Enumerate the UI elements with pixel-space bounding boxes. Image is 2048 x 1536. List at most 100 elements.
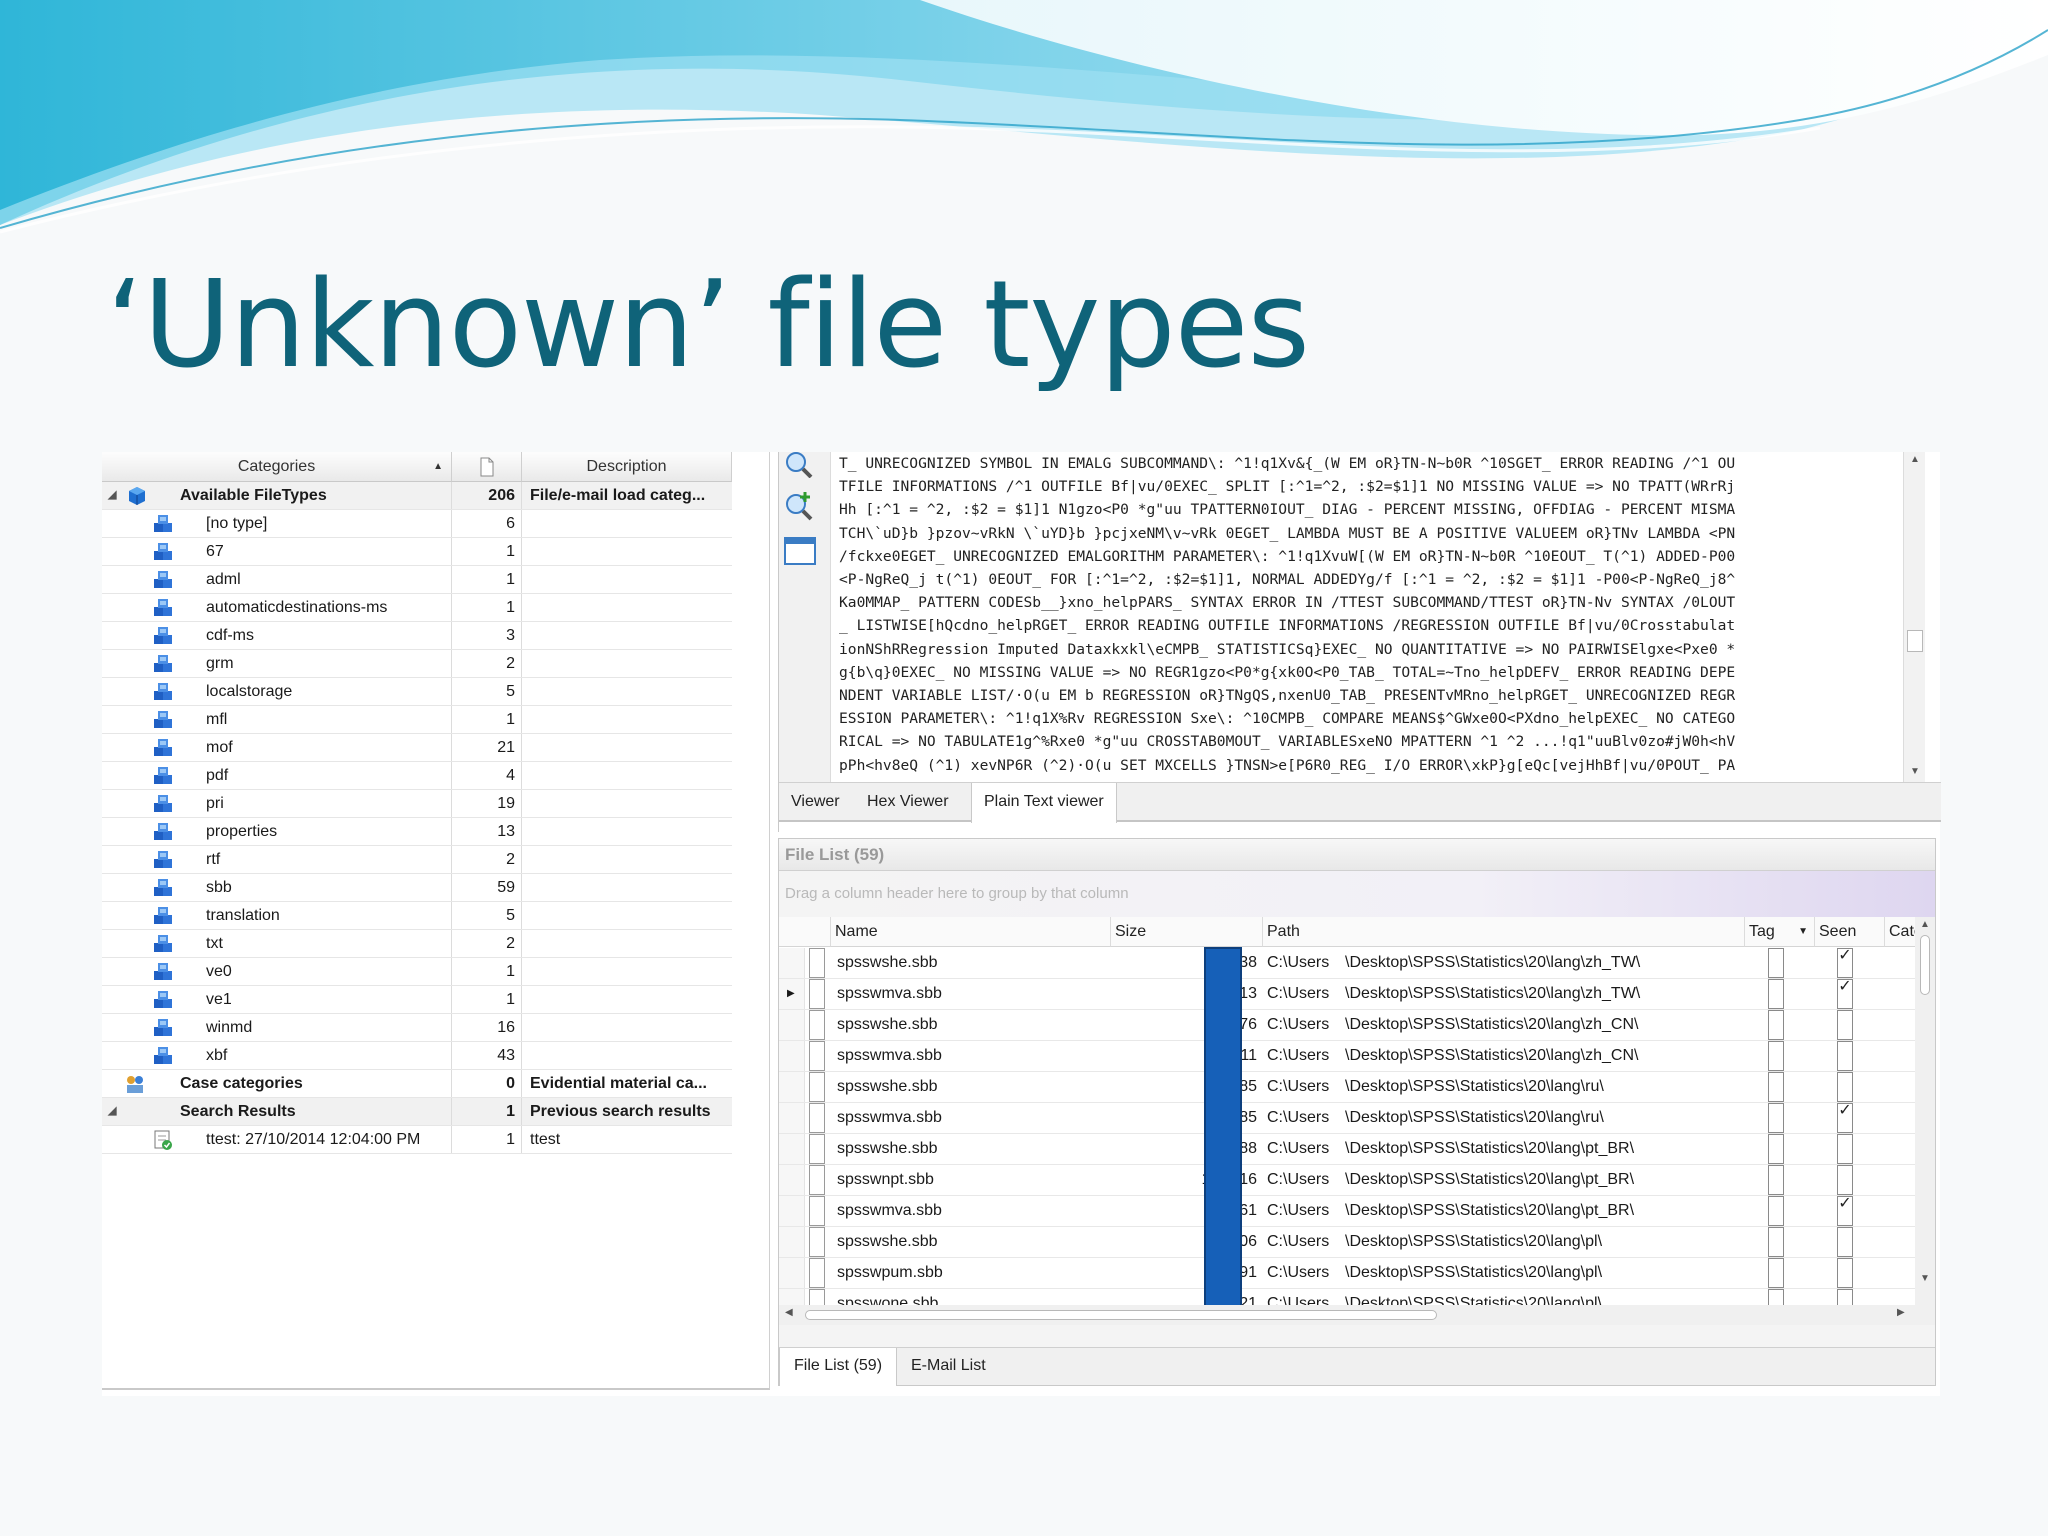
category-column-header[interactable]: Category [1885,917,1915,947]
tree-row-filetype[interactable]: grm 2 [102,650,732,678]
row-indicator [779,1103,805,1133]
plain-text-content[interactable]: T_ UNRECOGNIZED SYMBOL IN EMALG SUBCOMMA… [839,452,1899,782]
name-column-header[interactable]: Name [831,917,1111,947]
file-row[interactable]: spsswmva.sbb84,185C:\Users\Desktop\SPSS\… [779,1103,1915,1134]
tree-row-filetype[interactable]: automaticdestinations-ms 1 [102,594,732,622]
scroll-left-arrow-icon[interactable]: ◀ [785,1307,793,1318]
tree-row-available-filetypes[interactable]: ◢ Available FileTypes 206 File/e-mail lo… [102,482,732,510]
file-row[interactable]: spsswone.sbb99,821C:\Users\Desktop\SPSS\… [779,1289,1915,1305]
tree-row-filetype[interactable]: translation 5 [102,902,732,930]
seen-checkbox[interactable] [1837,1227,1853,1257]
tree-row-case-categories[interactable]: Case categories 0 Evidential material ca… [102,1070,732,1098]
seen-checkbox[interactable] [1837,1289,1853,1305]
tab-plain-text-viewer[interactable]: Plain Text viewer [971,783,1117,823]
tree-row-search-item[interactable]: ttest: 27/10/2014 12:04:00 PM 1 ttest [102,1126,732,1154]
group-by-area[interactable]: Drag a column header here to group by th… [779,871,1935,917]
scroll-right-arrow-icon[interactable]: ▶ [1897,1307,1905,1318]
file-path-suffix: \Desktop\SPSS\Statistics\20\lang\zh_TW\ [1345,954,1641,971]
file-list-horizontal-scrollbar[interactable]: ◀ ▶ [779,1305,1915,1325]
categories-column-header[interactable]: Categories ▲ [102,452,452,482]
tag-column-header[interactable]: Tag ▼ [1745,917,1815,947]
file-row[interactable]: spsswshe.sbb65,338C:\Users\Desktop\SPSS\… [779,948,1915,979]
tree-row-filetype[interactable]: xbf 43 [102,1042,732,1070]
tag-checkbox[interactable] [1768,1010,1784,1040]
collapse-arrow-icon[interactable]: ◢ [108,482,116,509]
file-row[interactable]: spsswpum.sbb94,191C:\Users\Desktop\SPSS\… [779,1258,1915,1289]
tab-hex-viewer[interactable]: Hex Viewer [855,783,961,821]
tree-row-filetype[interactable]: sbb 59 [102,874,732,902]
window-icon[interactable] [783,536,817,566]
count-column-header[interactable] [452,452,522,482]
tree-row-filetype[interactable]: pdf 4 [102,762,732,790]
seen-checkbox[interactable] [1837,1010,1853,1040]
tab-e-mail-list[interactable]: E-Mail List [897,1348,1000,1386]
file-row[interactable]: spsswmva.sbb82,561C:\Users\Desktop\SPSS\… [779,1196,1915,1227]
path-column-header[interactable]: Path [1263,917,1745,947]
tab-file-list-59-[interactable]: File List (59) [779,1348,898,1386]
filter-dropdown-icon[interactable]: ▼ [1798,917,1808,946]
seen-checkbox[interactable] [1837,1072,1853,1102]
file-row[interactable]: spsswmva.sbb67,411C:\Users\Desktop\SPSS\… [779,1041,1915,1072]
seen-checkbox[interactable] [1837,1258,1853,1288]
file-row[interactable]: spsswshe.sbb76,488C:\Users\Desktop\SPSS\… [779,1134,1915,1165]
filetype-cube-icon [154,907,172,924]
scroll-down-arrow-icon[interactable]: ▼ [1910,766,1920,777]
tag-checkbox[interactable] [1768,1134,1784,1164]
tree-row-filetype[interactable]: rtf 2 [102,846,732,874]
tree-row-filetype[interactable]: pri 19 [102,790,732,818]
tag-checkbox[interactable] [1768,1196,1784,1226]
description-column-header[interactable]: Description [522,452,732,482]
tag-checkbox[interactable] [1768,1072,1784,1102]
scroll-thumb[interactable] [1920,935,1930,995]
tag-checkbox[interactable] [1768,1227,1784,1257]
tree-row-filetype[interactable]: [no type] 6 [102,510,732,538]
tag-checkbox[interactable] [1768,1289,1784,1305]
tag-checkbox[interactable] [1768,979,1784,1009]
filetype-description [522,594,732,621]
tree-row-search-results[interactable]: ◢ Search Results 1 Previous search resul… [102,1098,732,1126]
scroll-thumb[interactable] [805,1310,1437,1320]
file-row[interactable]: spsswshe.sbb65,076C:\Users\Desktop\SPSS\… [779,1010,1915,1041]
magnifier-icon[interactable] [783,452,817,478]
tree-row-filetype[interactable]: localstorage 5 [102,678,732,706]
file-row[interactable]: spsswnpt.sbb113,116C:\Users\Desktop\SPSS… [779,1165,1915,1196]
file-row[interactable]: ▶spsswmva.sbb67,513C:\Users\Desktop\SPSS… [779,979,1915,1010]
tree-row-filetype[interactable]: winmd 16 [102,1014,732,1042]
collapse-arrow-icon[interactable]: ◢ [108,1098,116,1125]
tree-row-filetype[interactable]: mfl 1 [102,706,732,734]
seen-column-header[interactable]: Seen [1815,917,1885,947]
file-path-prefix: C:\Users [1267,1233,1330,1250]
seen-checkbox[interactable]: ✓ [1837,979,1853,1009]
tag-checkbox[interactable] [1768,1258,1784,1288]
tag-checkbox[interactable] [1768,948,1784,978]
tree-row-filetype[interactable]: adml 1 [102,566,732,594]
scroll-up-arrow-icon[interactable]: ▲ [1910,454,1920,465]
tree-row-filetype[interactable]: cdf-ms 3 [102,622,732,650]
viewer-vertical-scrollbar[interactable]: ▲ ▼ [1903,452,1925,782]
file-row[interactable]: spsswshe.sbb75,685C:\Users\Desktop\SPSS\… [779,1072,1915,1103]
tree-row-filetype[interactable]: 67 1 [102,538,732,566]
tree-row-filetype[interactable]: mof 21 [102,734,732,762]
scroll-thumb[interactable] [1907,630,1923,652]
tag-checkbox[interactable] [1768,1103,1784,1133]
seen-checkbox[interactable]: ✓ [1837,1196,1853,1226]
scroll-down-arrow-icon[interactable]: ▼ [1920,1273,1930,1284]
tree-row-filetype[interactable]: txt 2 [102,930,732,958]
seen-checkbox[interactable] [1837,1165,1853,1195]
seen-checkbox[interactable] [1837,1134,1853,1164]
file-row[interactable]: spsswshe.sbb75,406C:\Users\Desktop\SPSS\… [779,1227,1915,1258]
zoom-in-icon[interactable] [783,490,817,524]
tree-row-filetype[interactable]: ve1 1 [102,986,732,1014]
tag-checkbox[interactable] [1768,1041,1784,1071]
tree-row-filetype[interactable]: properties 13 [102,818,732,846]
size-column-header[interactable]: Size [1111,917,1263,947]
seen-checkbox[interactable] [1837,1041,1853,1071]
seen-checkbox[interactable]: ✓ [1837,948,1853,978]
tab-viewer[interactable]: Viewer [779,783,852,821]
seen-checkbox[interactable]: ✓ [1837,1103,1853,1133]
scroll-up-arrow-icon[interactable]: ▲ [1920,919,1930,930]
tree-row-filetype[interactable]: ve0 1 [102,958,732,986]
filetype-cube-icon [154,543,172,560]
tag-checkbox[interactable] [1768,1165,1784,1195]
file-list-vertical-scrollbar[interactable]: ▲ ▼ [1915,917,1935,1325]
